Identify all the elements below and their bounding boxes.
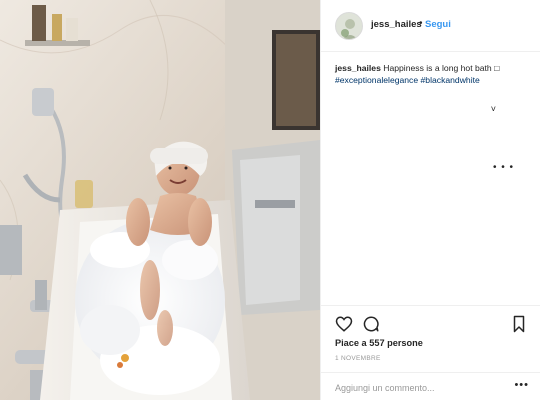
caption-emoji: □ (494, 63, 500, 73)
caption-username[interactable]: jess_hailes (335, 63, 381, 73)
comment-more-icon[interactable]: ••• (514, 379, 529, 391)
post-photo[interactable] (0, 0, 320, 400)
post-header: jess_hailes • Segui (321, 0, 540, 52)
comment-icon[interactable] (362, 315, 380, 333)
heart-icon[interactable] (335, 315, 353, 333)
comment-input[interactable] (335, 381, 495, 395)
chevron-down-icon[interactable]: ˅ (491, 104, 496, 114)
follow-button[interactable]: Segui (425, 19, 451, 30)
post-info-panel: jess_hailes • Segui jess_hailes Happines… (320, 0, 540, 400)
bathtub-photo (0, 0, 320, 400)
username[interactable]: jess_hailes (371, 19, 422, 30)
hashtag-link[interactable]: #exceptionalelegance (335, 75, 418, 85)
avatar-image (336, 13, 362, 39)
more-options-icon[interactable]: • • • (493, 162, 514, 173)
avatar[interactable] (335, 12, 363, 40)
hashtag-link[interactable]: #blackandwhite (421, 75, 480, 85)
likes-count[interactable]: Piace a 557 persone (335, 338, 423, 348)
caption-text: Happiness is a long hot bath (383, 63, 492, 73)
post-date: 1 NOVEMBRE (335, 355, 381, 362)
bookmark-icon[interactable] (511, 315, 527, 333)
comment-box: ••• (321, 372, 540, 400)
post-caption: jess_hailes Happiness is a long hot bath… (335, 62, 531, 86)
post-actions: Piace a 557 persone 1 NOVEMBRE ••• (321, 305, 540, 400)
separator-dot: • (419, 18, 423, 29)
